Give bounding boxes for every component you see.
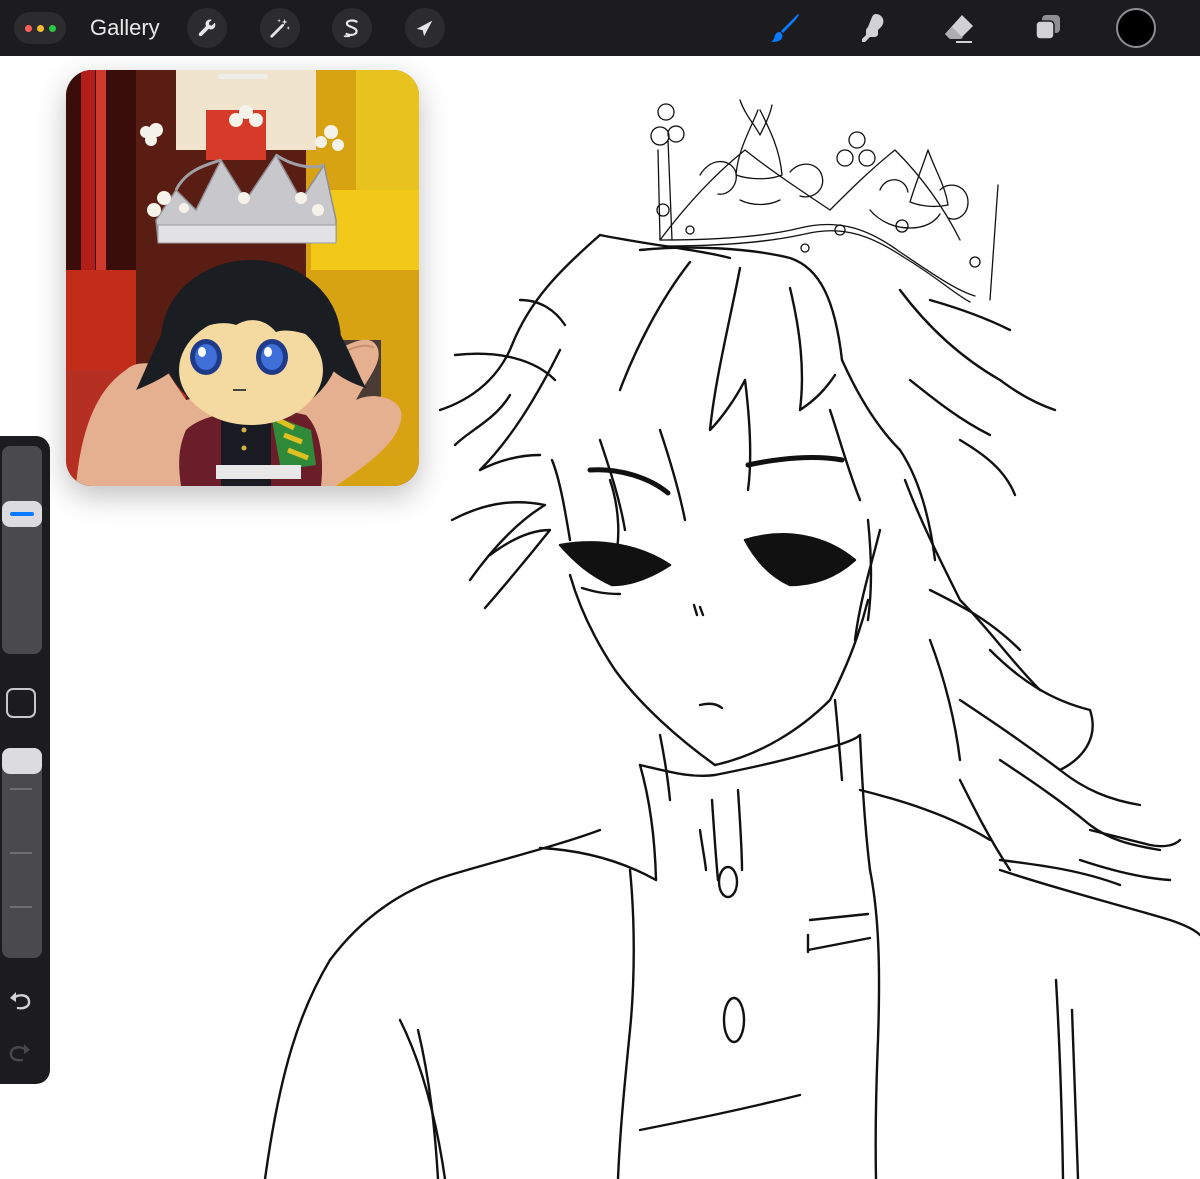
window-dot-yellow — [36, 24, 44, 32]
wrench-icon — [198, 19, 216, 37]
brush-sidebar — [0, 436, 50, 1084]
smudge-button[interactable] — [853, 8, 893, 48]
reference-photo — [66, 70, 419, 486]
brush-tip — [771, 32, 783, 42]
redo-icon — [9, 1044, 30, 1062]
brush-size-slider[interactable] — [2, 446, 42, 654]
magic-wand-icon — [270, 18, 291, 38]
move-arrow-icon — [416, 20, 433, 37]
crown-sketch — [650, 99, 999, 303]
modify-button[interactable] — [6, 688, 36, 718]
selection-s-icon — [343, 19, 358, 38]
reference-drag-handle[interactable] — [218, 74, 268, 79]
window-menu-button[interactable] — [14, 12, 66, 44]
brush-handle — [781, 14, 799, 33]
paint-brush-button[interactable] — [765, 8, 805, 48]
transform-button[interactable] — [405, 8, 445, 48]
opacity-slider[interactable] — [2, 748, 42, 958]
opacity-tick — [10, 906, 32, 908]
reference-window[interactable] — [66, 70, 419, 486]
layers-button[interactable] — [1027, 8, 1067, 48]
opacity-thumb[interactable] — [2, 748, 42, 774]
smudge-icon — [862, 14, 884, 42]
window-dot-red — [24, 24, 32, 32]
gallery-button[interactable]: Gallery — [90, 14, 160, 42]
eraser-button[interactable] — [939, 8, 979, 48]
opacity-tick — [10, 788, 32, 790]
undo-button[interactable] — [4, 984, 36, 1016]
adjustments-button[interactable] — [260, 8, 300, 48]
layers-icon — [1035, 15, 1060, 40]
top-toolbar: Gallery — [0, 0, 1200, 56]
selection-button[interactable] — [332, 8, 372, 48]
color-picker-swatch[interactable] — [1116, 8, 1156, 48]
redo-button[interactable] — [4, 1036, 36, 1068]
opacity-tick — [10, 852, 32, 854]
brush-icon — [771, 14, 799, 42]
undo-icon — [10, 992, 31, 1010]
active-indicator — [10, 511, 34, 516]
brush-size-thumb[interactable] — [2, 500, 42, 527]
actions-wrench-button[interactable] — [187, 8, 227, 48]
window-dot-green — [48, 24, 56, 32]
eraser-icon — [945, 15, 973, 43]
